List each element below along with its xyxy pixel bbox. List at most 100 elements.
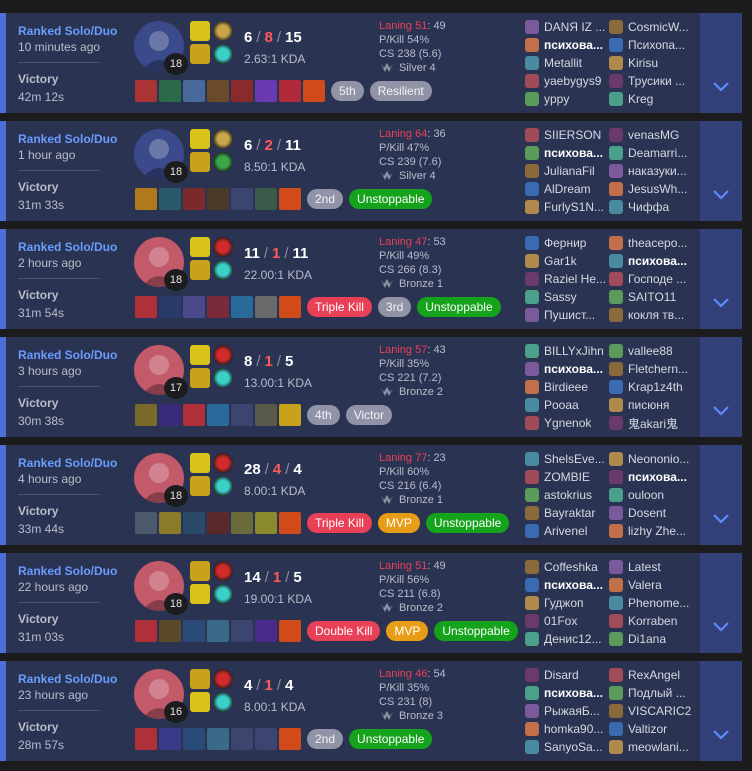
player-row[interactable]: JesusWh...: [609, 180, 695, 198]
item-slot[interactable]: [279, 80, 301, 102]
player-row[interactable]: Krap1z4th: [609, 378, 695, 396]
item-slot[interactable]: [207, 188, 229, 210]
player-name[interactable]: Fletchern...: [628, 362, 694, 376]
player-row[interactable]: Фернир: [525, 234, 611, 252]
player-row[interactable]: astokrius: [525, 486, 611, 504]
player-name[interactable]: Arivenel: [544, 524, 610, 538]
player-name[interactable]: Гуджоп: [544, 596, 610, 610]
player-row[interactable]: ZOMBIE: [525, 468, 611, 486]
match-card[interactable]: Ranked Solo/Duo 3 hours ago Victory 30m …: [0, 337, 742, 437]
item-slot[interactable]: [135, 296, 157, 318]
flash-spell-icon[interactable]: [190, 453, 210, 473]
player-row[interactable]: психова...: [525, 360, 611, 378]
item-slot[interactable]: [135, 512, 157, 534]
player-name[interactable]: Valera: [628, 578, 694, 592]
sorcery-rune-icon[interactable]: [213, 692, 233, 712]
player-name[interactable]: психова...: [544, 578, 610, 592]
player-row[interactable]: Пушист...: [525, 306, 611, 324]
player-name[interactable]: психова...: [544, 362, 610, 376]
expand-button[interactable]: [700, 121, 742, 221]
expand-button[interactable]: [700, 13, 742, 113]
item-slot[interactable]: [279, 728, 301, 750]
electrocute-rune-icon[interactable]: [213, 237, 233, 257]
smite-spell-icon[interactable]: [190, 44, 210, 64]
player-name[interactable]: Психопа...: [628, 38, 694, 52]
item-slot[interactable]: [255, 620, 277, 642]
player-row[interactable]: Metallit: [525, 54, 611, 72]
smite-spell-icon[interactable]: [190, 368, 210, 388]
player-name[interactable]: наказуки...: [628, 164, 694, 178]
player-row[interactable]: Денис12...: [525, 630, 611, 648]
item-slot[interactable]: [159, 404, 181, 426]
item-slot[interactable]: [255, 80, 277, 102]
player-row[interactable]: Kirisu: [609, 54, 695, 72]
player-name[interactable]: Phenome...: [628, 596, 694, 610]
player-row[interactable]: Pooaa: [525, 396, 611, 414]
player-row[interactable]: Arivenel: [525, 522, 611, 540]
player-name[interactable]: Sassy: [544, 290, 610, 304]
player-name[interactable]: SIIERSON: [544, 128, 610, 142]
player-row[interactable]: психова...: [525, 36, 611, 54]
player-row[interactable]: meowlani...: [609, 738, 695, 756]
player-row[interactable]: AlDream: [525, 180, 611, 198]
player-row[interactable]: Latest: [609, 558, 695, 576]
player-name[interactable]: SanyoSa...: [544, 740, 610, 754]
sorcery-rune-icon[interactable]: [213, 260, 233, 280]
player-row[interactable]: психова...: [609, 252, 695, 270]
player-row[interactable]: BILLYxJihn: [525, 342, 611, 360]
player-row[interactable]: кокля тв...: [609, 306, 695, 324]
player-row[interactable]: Bayraktar: [525, 504, 611, 522]
item-slot[interactable]: [207, 620, 229, 642]
player-name[interactable]: Birdieee: [544, 380, 610, 394]
player-row[interactable]: SAITO11: [609, 288, 695, 306]
player-row[interactable]: Чиффа: [609, 198, 695, 216]
player-row[interactable]: ouloon: [609, 486, 695, 504]
player-name[interactable]: Pooaa: [544, 398, 610, 412]
player-row[interactable]: Ygnenok: [525, 414, 611, 432]
smite-spell-icon[interactable]: [190, 561, 210, 581]
sorcery-rune-icon[interactable]: [213, 476, 233, 496]
electrocute-rune-icon[interactable]: [213, 669, 233, 689]
expand-button[interactable]: [700, 661, 742, 761]
player-row[interactable]: Dosent: [609, 504, 695, 522]
player-row[interactable]: vallee88: [609, 342, 695, 360]
player-row[interactable]: РыжаяБ...: [525, 702, 611, 720]
player-name[interactable]: психова...: [544, 686, 610, 700]
item-slot[interactable]: [159, 296, 181, 318]
player-row[interactable]: психова...: [525, 144, 611, 162]
player-name[interactable]: Подлый ...: [628, 686, 694, 700]
item-slot[interactable]: [135, 728, 157, 750]
flash-spell-icon[interactable]: [190, 692, 210, 712]
player-row[interactable]: психова...: [609, 468, 695, 486]
item-slot[interactable]: [159, 512, 181, 534]
player-name[interactable]: Фернир: [544, 236, 610, 250]
item-slot[interactable]: [135, 620, 157, 642]
expand-button[interactable]: [700, 337, 742, 437]
item-slot[interactable]: [135, 80, 157, 102]
player-row[interactable]: yppy: [525, 90, 611, 108]
player-name[interactable]: Чиффа: [628, 200, 694, 214]
player-row[interactable]: Birdieee: [525, 378, 611, 396]
player-row[interactable]: Fletchern...: [609, 360, 695, 378]
item-slot[interactable]: [183, 296, 205, 318]
player-name[interactable]: Deamarri...: [628, 146, 694, 160]
item-slot[interactable]: [183, 80, 205, 102]
player-row[interactable]: Disard: [525, 666, 611, 684]
match-card[interactable]: Ranked Solo/Duo 23 hours ago Victory 28m…: [0, 661, 742, 761]
player-name[interactable]: meowlani...: [628, 740, 694, 754]
player-row[interactable]: Подлый ...: [609, 684, 695, 702]
player-row[interactable]: Di1ana: [609, 630, 695, 648]
item-slot[interactable]: [255, 404, 277, 426]
player-name[interactable]: Пушист...: [544, 308, 610, 322]
player-row[interactable]: venasMG: [609, 126, 695, 144]
player-name[interactable]: 01Fox: [544, 614, 610, 628]
player-row[interactable]: Valtizor: [609, 720, 695, 738]
player-name[interactable]: 鬼akari鬼: [628, 415, 694, 432]
player-name[interactable]: РыжаяБ...: [544, 704, 610, 718]
item-slot[interactable]: [207, 404, 229, 426]
player-name[interactable]: Raziel He...: [544, 272, 610, 286]
expand-button[interactable]: [700, 553, 742, 653]
player-row[interactable]: theacepo...: [609, 234, 695, 252]
expand-button[interactable]: [700, 229, 742, 329]
player-row[interactable]: JulianaFil: [525, 162, 611, 180]
